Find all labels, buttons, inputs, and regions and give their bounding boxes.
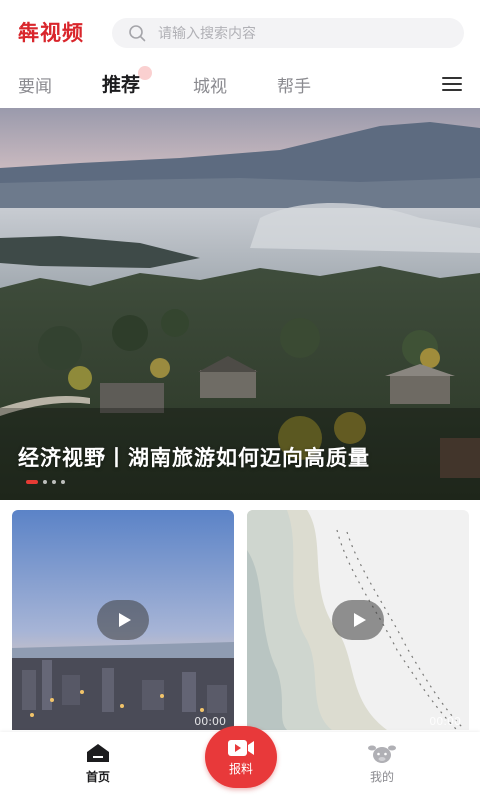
- play-button[interactable]: [97, 600, 149, 640]
- tab-active-indicator: [138, 66, 152, 80]
- tab-city[interactable]: 城视: [193, 72, 227, 97]
- play-button[interactable]: [332, 600, 384, 640]
- tab-helper[interactable]: 帮手: [277, 72, 311, 97]
- carousel-indicator: [26, 480, 70, 484]
- bottom-navigation: 首页 报料 我的: [0, 726, 480, 800]
- report-label: 报料: [228, 762, 253, 776]
- nav-mine-label: 我的: [369, 770, 394, 784]
- tab-news[interactable]: 要闻: [18, 72, 52, 97]
- video-camera-icon: [228, 740, 254, 756]
- carousel-dot[interactable]: [52, 480, 56, 484]
- carousel-dot[interactable]: [26, 480, 38, 484]
- profile-icon: [368, 745, 396, 763]
- nav-home[interactable]: 首页: [58, 742, 138, 785]
- video-grid: 00:00 00:00: [0, 500, 480, 732]
- video-duration: 00:00: [194, 715, 226, 728]
- play-icon: [353, 613, 366, 627]
- video-duration: 00:00: [429, 715, 461, 728]
- app-header: 犇视频 请输入搜索内容: [0, 0, 480, 64]
- search-placeholder: 请输入搜索内容: [158, 26, 256, 42]
- carousel-dot[interactable]: [61, 480, 65, 484]
- home-icon: [87, 744, 109, 762]
- menu-icon[interactable]: [442, 76, 462, 92]
- carousel-dot[interactable]: [43, 480, 47, 484]
- report-button[interactable]: 报料: [205, 726, 277, 788]
- app-logo[interactable]: 犇视频: [18, 17, 84, 47]
- play-icon: [118, 613, 131, 627]
- search-icon: [129, 25, 146, 42]
- video-card[interactable]: 00:00: [247, 510, 469, 730]
- nav-home-label: 首页: [85, 770, 110, 784]
- tab-recommend[interactable]: 推荐: [102, 70, 140, 97]
- channel-tabs: 要闻 推荐 城视 帮手: [0, 64, 480, 106]
- video-card[interactable]: 00:00: [12, 510, 234, 730]
- nav-mine[interactable]: 我的: [342, 742, 422, 785]
- banner-carousel[interactable]: 经济视野丨湖南旅游如何迈向高质量: [0, 108, 480, 500]
- search-bar[interactable]: 请输入搜索内容: [112, 18, 464, 48]
- banner-title[interactable]: 经济视野丨湖南旅游如何迈向高质量: [18, 442, 370, 472]
